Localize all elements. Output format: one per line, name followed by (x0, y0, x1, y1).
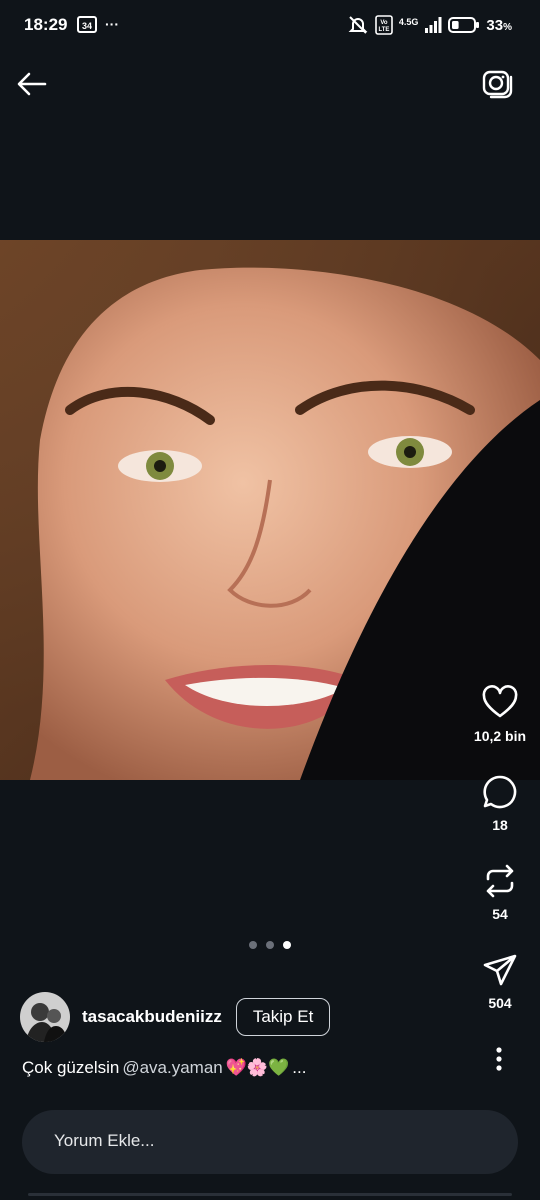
comment-icon (483, 775, 517, 809)
battery-percent: 33% (486, 16, 512, 34)
send-icon (483, 954, 517, 986)
svg-text:LTE: LTE (378, 27, 389, 33)
caption-more[interactable]: ... (292, 1058, 306, 1078)
comment-placeholder: Yorum Ekle... (54, 1131, 155, 1150)
volte-icon: Vo LTE (375, 15, 393, 35)
repost-icon (486, 864, 514, 898)
status-left-icons: 34 ··· (77, 14, 119, 34)
reply-action[interactable]: 18 (460, 773, 540, 833)
repost-count: 54 (492, 906, 508, 922)
caption-mention[interactable]: @ava.yaman (122, 1058, 222, 1078)
caption-emojis: 💖🌸💚 (225, 1058, 290, 1077)
carousel-dot[interactable] (266, 941, 274, 949)
back-button[interactable] (14, 66, 50, 102)
arrow-left-icon (17, 72, 47, 96)
heart-icon (482, 685, 518, 718)
camera-button[interactable] (480, 66, 516, 102)
share-count: 504 (488, 995, 512, 1011)
username[interactable]: tasacakbudeniizz (82, 1007, 222, 1027)
network-type-label: 4.5G (398, 17, 419, 27)
home-indicator (28, 1193, 512, 1196)
post-image[interactable] (0, 240, 540, 780)
status-right-icons: Vo LTE 4.5G 33% (347, 14, 512, 36)
status-bar: 18:29 34 ··· Vo LTE 4.5G 33% (0, 0, 540, 52)
more-options-button[interactable] (484, 1044, 514, 1074)
avatar-image (20, 992, 70, 1042)
signal-icon (425, 17, 442, 33)
status-time: 18:29 (24, 15, 68, 34)
carousel-dot[interactable] (249, 941, 257, 949)
share-action[interactable]: 504 (460, 951, 540, 1011)
author-row: tasacakbudeniizz Takip Et (20, 990, 331, 1044)
portrait-photo (0, 240, 540, 780)
svg-text:34: 34 (82, 21, 92, 31)
follow-button[interactable]: Takip Et (235, 998, 331, 1036)
more-vertical-icon (496, 1047, 502, 1071)
avatar[interactable] (20, 992, 70, 1042)
more-notifications-icon: ··· (105, 16, 119, 32)
battery-fill (452, 21, 460, 29)
like-count: 10,2 bin (473, 728, 527, 744)
post-caption[interactable]: Çok güzelsin @ava.yaman 💖🌸💚 ... (22, 1058, 306, 1078)
caption-text: Çok güzelsin (22, 1058, 120, 1077)
top-nav (0, 60, 540, 108)
mute-icon (348, 16, 368, 34)
reply-count: 18 (492, 817, 508, 833)
carousel-dots[interactable] (0, 941, 540, 949)
notification-badge-icon: 34 (77, 16, 97, 33)
camera-flip-icon (482, 70, 513, 99)
svg-text:Vo: Vo (380, 20, 388, 26)
battery-icon (448, 17, 480, 33)
carousel-dot[interactable] (283, 941, 291, 949)
like-action[interactable]: 10,2 bin (460, 684, 540, 744)
repost-action[interactable]: 54 (460, 862, 540, 922)
comment-input[interactable]: Yorum Ekle... (22, 1110, 518, 1174)
